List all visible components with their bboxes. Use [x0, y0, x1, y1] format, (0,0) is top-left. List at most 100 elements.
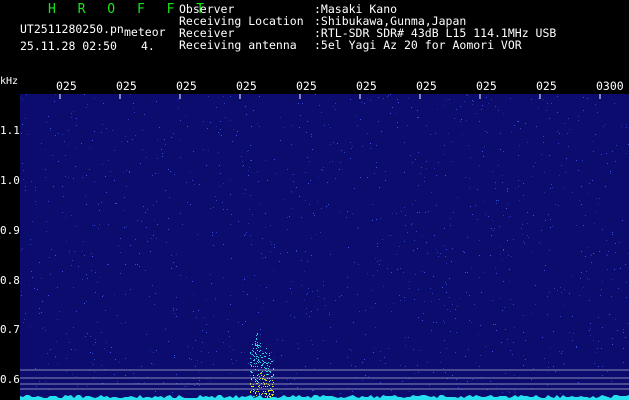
noise-pixel: [558, 205, 559, 206]
noise-pixel: [397, 127, 398, 128]
echo-pixel: [257, 345, 258, 346]
echo-pixel: [253, 351, 254, 352]
noise-pixel: [456, 109, 457, 110]
noise-pixel: [321, 112, 322, 113]
noise-pixel: [500, 298, 501, 299]
noise-pixel: [189, 358, 190, 359]
noise-pixel: [94, 98, 95, 99]
noise-pixel: [397, 269, 398, 270]
noise-pixel: [482, 105, 483, 106]
noise-pixel: [502, 175, 503, 176]
noise-pixel: [296, 250, 297, 251]
noise-pixel: [284, 127, 285, 128]
noise-pixel: [45, 330, 46, 331]
noise-pixel: [488, 216, 489, 217]
noise-pixel: [77, 386, 78, 387]
noise-pixel: [246, 232, 247, 233]
noise-pixel: [383, 286, 384, 287]
echo-pixel: [255, 352, 256, 353]
noise-pixel: [312, 291, 313, 292]
noise-pixel: [236, 360, 237, 361]
noise-pixel: [626, 282, 627, 283]
noise-pixel: [612, 234, 613, 235]
echo-pixel: [253, 386, 254, 387]
echo-pixel: [256, 380, 257, 381]
noise-pixel: [392, 213, 393, 214]
noise-pixel: [206, 324, 207, 325]
noise-pixel: [114, 374, 115, 375]
noise-pixel: [266, 287, 267, 288]
noise-pixel: [71, 265, 72, 266]
noise-pixel: [168, 169, 169, 170]
noise-pixel: [293, 181, 294, 182]
noise-pixel: [499, 246, 500, 247]
noise-pixel: [412, 204, 413, 205]
noise-pixel: [576, 160, 577, 161]
echo-pixel: [273, 382, 274, 383]
noise-pixel: [411, 107, 412, 108]
noise-pixel: [424, 272, 425, 273]
noise-pixel: [119, 362, 120, 363]
noise-pixel: [498, 200, 499, 201]
noise-pixel: [488, 103, 489, 104]
noise-pixel: [561, 353, 562, 354]
noise-pixel: [197, 234, 198, 235]
noise-pixel: [514, 390, 515, 391]
noise-pixel: [403, 272, 404, 273]
echo-pixel: [264, 367, 265, 368]
noise-pixel: [536, 126, 537, 127]
noise-pixel: [324, 298, 325, 299]
noise-pixel: [162, 153, 163, 154]
noise-pixel: [166, 242, 167, 243]
noise-pixel: [475, 205, 476, 206]
noise-pixel: [274, 357, 275, 358]
noise-pixel: [572, 340, 573, 341]
noise-pixel: [276, 173, 277, 174]
noise-pixel: [193, 151, 194, 152]
noise-pixel: [157, 140, 158, 141]
noise-pixel: [417, 117, 418, 118]
noise-pixel: [557, 131, 558, 132]
noise-pixel: [533, 368, 534, 369]
noise-pixel: [307, 293, 308, 294]
noise-pixel: [254, 275, 255, 276]
noise-pixel: [93, 364, 94, 365]
echo-pixel: [253, 360, 254, 361]
noise-pixel: [195, 366, 196, 367]
noise-pixel: [140, 163, 141, 164]
noise-pixel: [323, 281, 324, 282]
noise-pixel: [75, 376, 76, 377]
echo-pixel: [261, 365, 262, 366]
echo-pixel: [265, 380, 266, 381]
noise-pixel: [330, 254, 331, 255]
noise-pixel: [133, 107, 134, 108]
noise-pixel: [464, 101, 465, 102]
noise-pixel: [123, 210, 124, 211]
noise-pixel: [198, 310, 199, 311]
noise-pixel: [606, 153, 607, 154]
noise-pixel: [424, 301, 425, 302]
noise-pixel: [165, 144, 166, 145]
noise-pixel: [26, 94, 27, 95]
noise-pixel: [117, 315, 118, 316]
noise-pixel: [450, 311, 451, 312]
echo-pixel: [250, 358, 251, 359]
noise-pixel: [549, 250, 550, 251]
noise-pixel: [248, 363, 249, 364]
noise-pixel: [73, 287, 74, 288]
noise-pixel: [230, 304, 231, 305]
noise-pixel: [133, 373, 134, 374]
noise-pixel: [125, 294, 126, 295]
noise-pixel: [45, 169, 46, 170]
noise-pixel: [263, 303, 264, 304]
noise-pixel: [144, 382, 145, 383]
noise-pixel: [201, 362, 202, 363]
noise-pixel: [137, 264, 138, 265]
noise-pixel: [541, 230, 542, 231]
noise-pixel: [227, 209, 228, 210]
x-tick-label: 0300: [596, 79, 624, 93]
noise-pixel: [180, 157, 181, 158]
echo-pixel: [270, 396, 271, 397]
noise-pixel: [185, 115, 186, 116]
echo-pixel: [255, 343, 256, 344]
